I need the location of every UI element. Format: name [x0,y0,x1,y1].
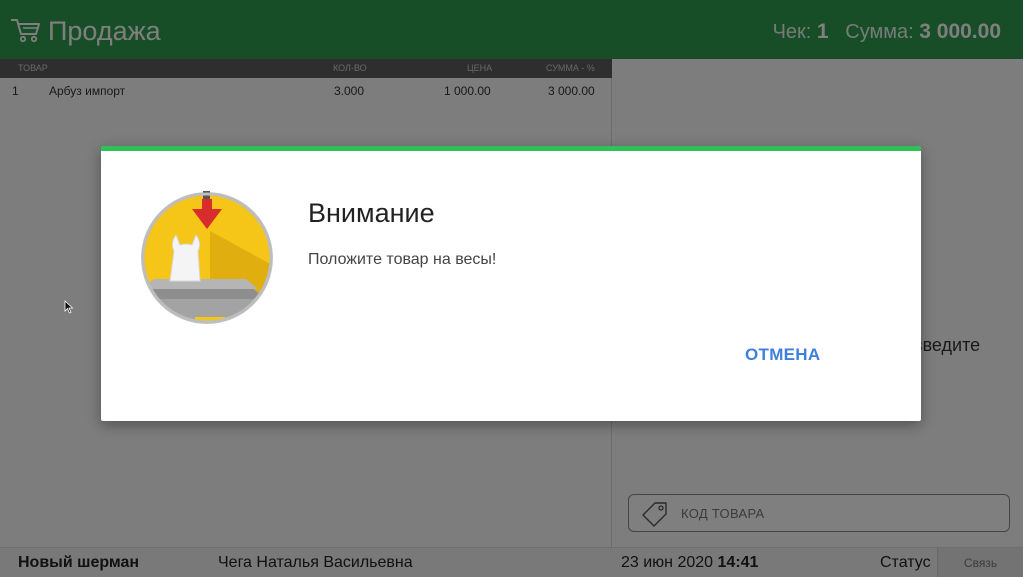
cancel-button[interactable]: ОТМЕНА [745,345,820,365]
mouse-cursor-icon [64,300,74,314]
dialog-message: Положите товар на весы! [308,251,497,268]
scale-bag-icon [141,191,273,324]
attention-dialog: Внимание Положите товар на весы! ОТМЕНА [101,146,921,421]
dialog-title: Внимание [308,198,435,228]
